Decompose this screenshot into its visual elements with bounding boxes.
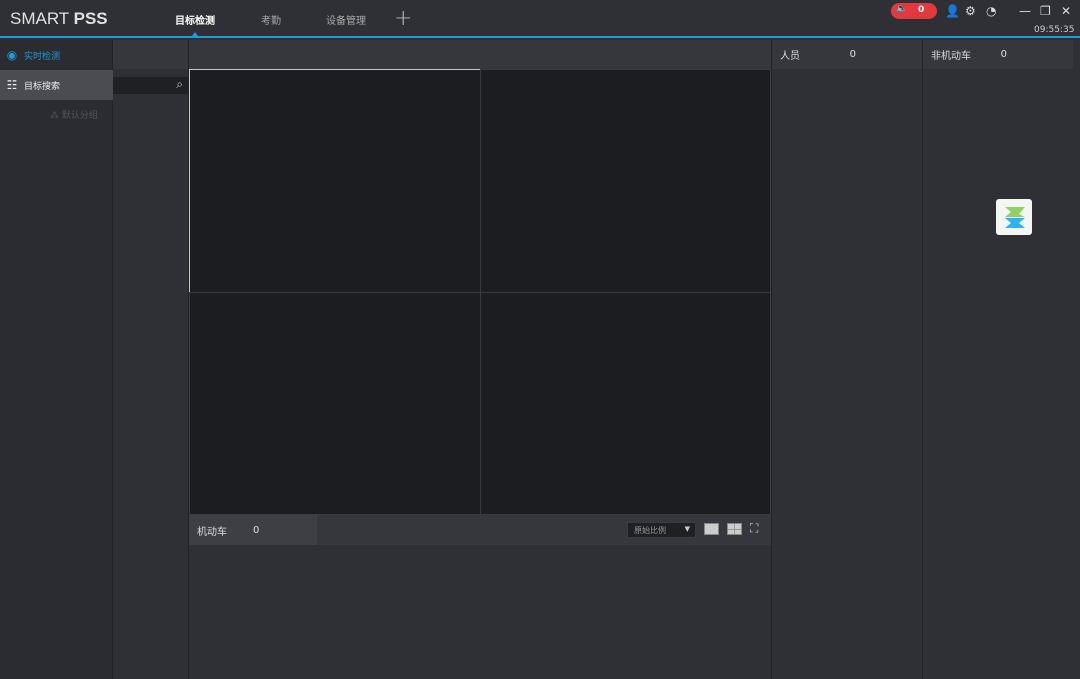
search-icon[interactable]: ⌕ bbox=[176, 77, 183, 92]
speaker-icon: 🔈 bbox=[896, 4, 908, 14]
sidebar-item-realtime[interactable]: ◉ 实时检测 bbox=[0, 40, 113, 70]
fullscreen-icon[interactable]: ⛶ bbox=[750, 521, 758, 536]
sidebar-item-label: 目标搜索 bbox=[24, 81, 61, 92]
restore-icon[interactable]: ❐ bbox=[1040, 4, 1051, 18]
alarm-button[interactable]: 🔈 0 bbox=[891, 3, 937, 19]
search-list-icon: ☷ bbox=[6, 78, 18, 92]
alarm-count: 0 bbox=[918, 5, 925, 15]
tree-header bbox=[113, 40, 188, 69]
person-panel: 人员 0 bbox=[771, 40, 922, 679]
ratio-select[interactable]: 原始比例 ▼ bbox=[627, 522, 696, 538]
video-cell-3[interactable] bbox=[189, 292, 481, 515]
quad-layout-icon[interactable] bbox=[727, 523, 742, 535]
tab-attendance[interactable]: 考勤 bbox=[261, 12, 281, 27]
motor-count: 0 bbox=[253, 524, 260, 536]
device-tree bbox=[113, 40, 189, 679]
video-cell-4[interactable] bbox=[480, 292, 771, 515]
search-input[interactable]: ⌕ bbox=[113, 77, 188, 94]
nonmotor-panel: 非机动车 0 bbox=[922, 40, 1073, 679]
close-icon[interactable]: ✕ bbox=[1061, 4, 1071, 18]
video-area: 机动车 0 原始比例 ▼ ⛶ bbox=[189, 40, 771, 679]
floating-app-icon[interactable] bbox=[996, 199, 1032, 235]
person-label: 人员 bbox=[780, 51, 800, 62]
motor-label: 机动车 bbox=[197, 526, 227, 538]
clock: 09:55:35 bbox=[1034, 25, 1075, 35]
nonmotor-label: 非机动车 bbox=[931, 51, 971, 62]
camera-icon: ◉ bbox=[6, 48, 18, 62]
video-header bbox=[189, 40, 771, 69]
minimize-icon[interactable]: — bbox=[1019, 4, 1031, 18]
video-cell-2[interactable] bbox=[480, 69, 771, 293]
gear-icon[interactable]: ⚙ bbox=[965, 4, 976, 18]
sidebar-item-target-search[interactable]: ☷ 目标搜索 bbox=[0, 70, 113, 100]
add-tab-button[interactable]: + bbox=[394, 6, 412, 31]
gauge-icon[interactable]: ◔ bbox=[986, 4, 996, 18]
tab-target-detection[interactable]: 目标检测 bbox=[175, 12, 215, 27]
single-layout-icon[interactable] bbox=[704, 523, 719, 535]
sidebar: ◉ 实时检测 ☷ 目标搜索 ⁂ 默认分组 bbox=[0, 40, 113, 679]
nonmotor-header: 非机动车 0 bbox=[923, 40, 1073, 69]
nonmotor-count: 0 bbox=[1000, 49, 1007, 60]
tree-group-default[interactable]: ⁂ 默认分组 bbox=[50, 108, 98, 121]
ratio-value: 原始比例 bbox=[634, 526, 666, 535]
tab-device-management[interactable]: 设备管理 bbox=[326, 12, 366, 27]
tree-group-label: 默认分组 bbox=[61, 111, 98, 121]
app-shortcut-icon bbox=[1005, 207, 1025, 228]
person-count: 0 bbox=[849, 49, 856, 60]
motor-vehicle-tab[interactable]: 机动车 0 bbox=[189, 515, 317, 545]
chevron-down-icon: ▼ bbox=[684, 525, 690, 533]
title-bar: SMART PSS 目标检测 考勤 设备管理 + 🔈 0 👤 ⚙ ◔ — ❐ ✕… bbox=[0, 0, 1080, 38]
sidebar-item-label: 实时检测 bbox=[24, 51, 61, 62]
user-icon[interactable]: 👤 bbox=[945, 4, 960, 18]
logo-text-bold: PSS bbox=[73, 9, 108, 28]
video-cell-1[interactable] bbox=[189, 69, 481, 293]
logo-text: SMART bbox=[10, 9, 74, 28]
app-logo: SMART PSS bbox=[10, 9, 108, 29]
video-toolbar: 机动车 0 原始比例 ▼ ⛶ bbox=[189, 515, 771, 545]
active-tab-caret bbox=[192, 32, 198, 36]
person-header: 人员 0 bbox=[772, 40, 922, 69]
